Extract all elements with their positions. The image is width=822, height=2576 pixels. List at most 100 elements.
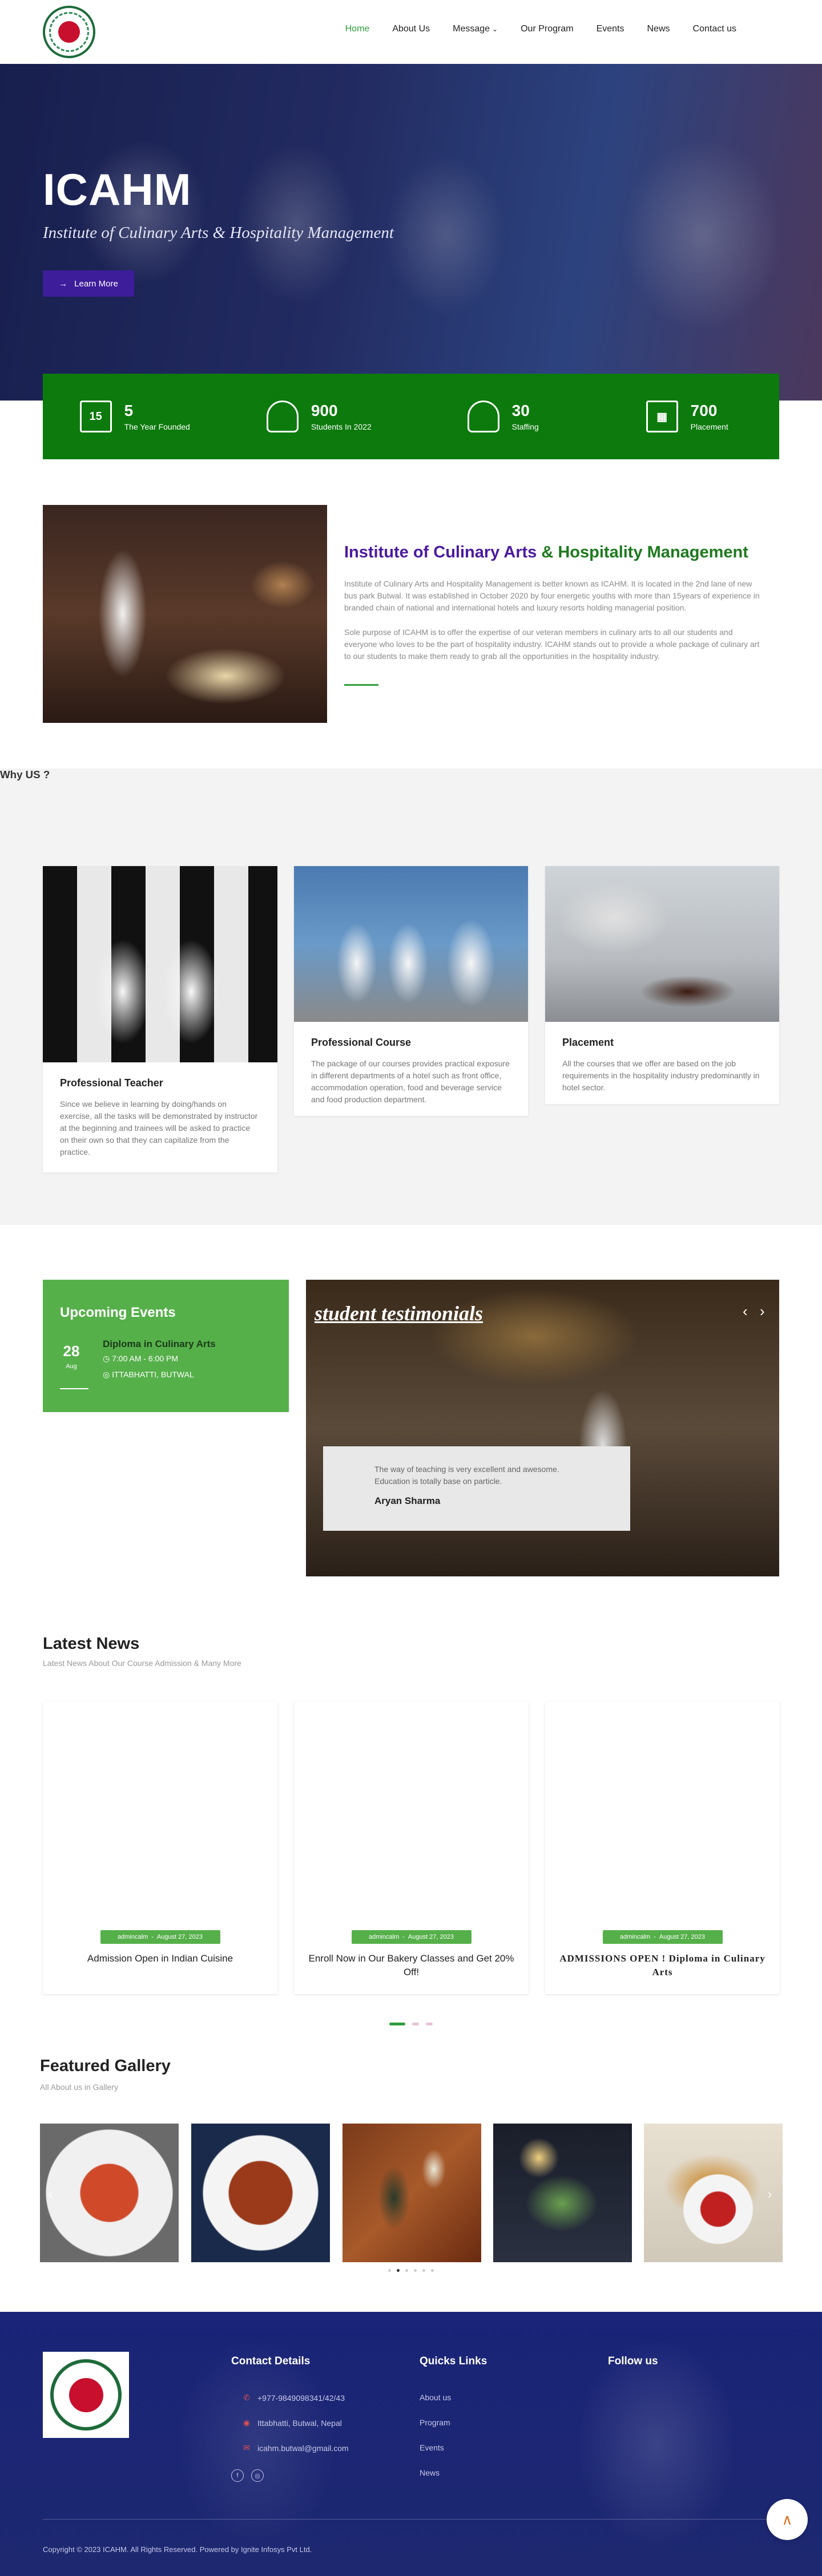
about-title-part2: Hospitality Management — [553, 543, 748, 561]
news-date: August 27, 2023 — [659, 1934, 705, 1940]
pagination-dot[interactable] — [422, 2269, 425, 2272]
instagram-icon[interactable]: ◎ — [251, 2469, 264, 2482]
event-title-link[interactable]: Diploma in Culinary Arts — [103, 1338, 216, 1350]
testimonials-slider: student testimonials ‹ › The way of teac… — [306, 1280, 779, 1576]
footer-email[interactable]: ✉ icahm.butwal@gmail.com — [243, 2443, 349, 2453]
news-meta-badge: admincalm - August 27, 2023 — [100, 1930, 220, 1944]
stat-staffing: 30 Staffing — [411, 401, 595, 432]
learn-more-label: Learn More — [74, 278, 118, 289]
pagination-dot[interactable] — [388, 2269, 391, 2272]
pagination-dot[interactable] — [431, 2269, 434, 2272]
stat-value: 700 — [690, 402, 718, 419]
about-title-part1: Institute of Culinary Arts — [344, 543, 542, 561]
arrow-right-icon: → — [59, 278, 68, 289]
news-date: August 27, 2023 — [408, 1934, 454, 1940]
placement-image — [545, 866, 779, 1022]
gallery-image[interactable] — [644, 2124, 783, 2262]
news-heading: Latest News — [43, 1635, 140, 1653]
hero-title: ICAHM — [43, 164, 192, 215]
card-title: Professional Course — [311, 1037, 412, 1048]
icahm-logo[interactable] — [43, 6, 95, 58]
about-paragraph-1: Institute of Culinary Arts and Hospitali… — [344, 579, 760, 612]
nav-message[interactable]: Message ⌄ — [441, 24, 509, 34]
testimonial-next-button[interactable]: › — [760, 1303, 765, 1320]
stat-label: Staffing — [511, 422, 539, 431]
about-paragraph-2: Sole purpose of ICAHM is to offer the ex… — [344, 628, 760, 661]
scroll-to-top-button[interactable]: ∧ — [767, 2499, 808, 2540]
pagination-dot[interactable] — [405, 2269, 408, 2272]
pagination-dot[interactable] — [389, 2023, 405, 2025]
nav-about-us[interactable]: About Us — [381, 24, 441, 34]
contact-heading: Contact Details — [231, 2355, 311, 2367]
email-text: icahm.butwal@gmail.com — [257, 2443, 349, 2453]
learn-more-button[interactable]: → Learn More — [43, 270, 134, 297]
pagination-dot[interactable] — [414, 2269, 417, 2272]
event-time: ◷ 7:00 AM - 6:00 PM — [103, 1354, 178, 1364]
news-author: admincalm — [118, 1934, 148, 1940]
location-pin-icon: ◉ — [243, 2418, 251, 2427]
nav-our-program[interactable]: Our Program — [509, 24, 585, 34]
stat-students: 900 Students In 2022 — [227, 401, 412, 432]
nav-home[interactable]: Home — [334, 24, 381, 34]
news-title[interactable]: ADMISSIONS OPEN ! Diploma in Culinary Ar… — [557, 1952, 768, 1979]
news-card[interactable]: admincalm - August 27, 2023 Admission Open… — [43, 1702, 277, 1994]
gallery-image[interactable] — [342, 2124, 481, 2262]
events-divider — [60, 1388, 88, 1389]
card-text: Since we believe in learning by doing/ha… — [60, 1099, 258, 1156]
chevron-down-icon: ⌄ — [492, 25, 498, 33]
news-pagination — [0, 2023, 822, 2025]
footer-divider — [43, 2519, 779, 2520]
news-meta-badge: admincalm - August 27, 2023 — [602, 1930, 723, 1944]
facebook-icon[interactable]: f — [231, 2469, 244, 2482]
testimonial-quote: The way of teaching is very excellent an… — [374, 1465, 559, 1486]
dot-separator: - — [654, 1934, 656, 1940]
news-card[interactable]: admincalm - August 27, 2023 Enroll Now in … — [294, 1702, 529, 1994]
event-location: ◎ ITTABHATTI, BUTWAL — [103, 1370, 194, 1380]
gallery-next-button[interactable]: › — [768, 2187, 772, 2202]
news-title[interactable]: Enroll Now in Our Bakery Classes and Get… — [305, 1952, 517, 1979]
gallery-image[interactable] — [493, 2124, 632, 2262]
nav-contact-us[interactable]: Contact us — [682, 24, 748, 34]
hero-banner: ICAHM Institute of Culinary Arts & Hospi… — [0, 64, 822, 401]
about-title: Institute of Culinary Arts & Hospitality… — [344, 543, 748, 562]
stat-founded: 15 5 The Year Founded — [43, 401, 227, 432]
gallery-image[interactable] — [40, 2124, 179, 2262]
about-image — [43, 505, 327, 723]
stat-value: 900 — [311, 402, 338, 419]
news-title[interactable]: Admission Open in Indian Cuisine — [54, 1952, 266, 1966]
phone-icon: ✆ — [243, 2393, 250, 2402]
footer-link-events[interactable]: Events — [420, 2443, 444, 2452]
news-card[interactable]: admincalm - August 27, 2023 ADMISSIONS OPE… — [545, 1702, 780, 1994]
nav-events[interactable]: Events — [585, 24, 636, 34]
calendar-icon: 15 — [79, 401, 112, 432]
card-title: Placement — [562, 1037, 614, 1048]
course-image — [294, 866, 528, 1022]
gallery-image[interactable] — [191, 2124, 330, 2262]
footer-link-program[interactable]: Program — [420, 2418, 450, 2427]
upcoming-events-panel: Upcoming Events 28 Aug Diploma in Culina… — [43, 1280, 289, 1412]
gallery-prev-button[interactable]: ‹ — [49, 2187, 53, 2202]
users-icon — [467, 401, 499, 432]
hero-subtitle: Institute of Culinary Arts & Hospitality… — [43, 224, 394, 242]
events-heading: Upcoming Events — [60, 1305, 176, 1320]
event-month: Aug — [66, 1363, 77, 1370]
site-footer: Contact Details Quicks Links Follow us ✆… — [0, 2312, 822, 2576]
footer-phone[interactable]: ✆ +977-9849098341/42/43 — [243, 2393, 345, 2403]
header-nav: Home About Us Message ⌄ Our Program Event… — [0, 0, 822, 64]
pagination-dot[interactable] — [397, 2269, 400, 2272]
nav-news[interactable]: News — [636, 24, 682, 34]
testimonial-prev-button[interactable]: ‹ — [743, 1303, 748, 1320]
pagination-dot[interactable] — [426, 2023, 433, 2025]
quick-links-heading: Quicks Links — [420, 2355, 487, 2367]
about-divider — [344, 684, 378, 686]
pagination-dot[interactable] — [412, 2023, 419, 2025]
footer-link-news[interactable]: News — [420, 2468, 440, 2477]
why-us-heading: Why US ? — [0, 769, 50, 781]
footer-link-about[interactable]: About us — [420, 2393, 451, 2402]
gallery-heading: Featured Gallery — [40, 2057, 171, 2075]
gallery-pagination — [0, 2269, 822, 2272]
stat-label: The Year Founded — [124, 422, 190, 431]
phone-text: +977-9849098341/42/43 — [257, 2393, 345, 2403]
location-pin-icon: ◎ — [103, 1370, 112, 1379]
stats-bar: 15 5 The Year Founded 900 Students In 2022… — [43, 374, 779, 459]
